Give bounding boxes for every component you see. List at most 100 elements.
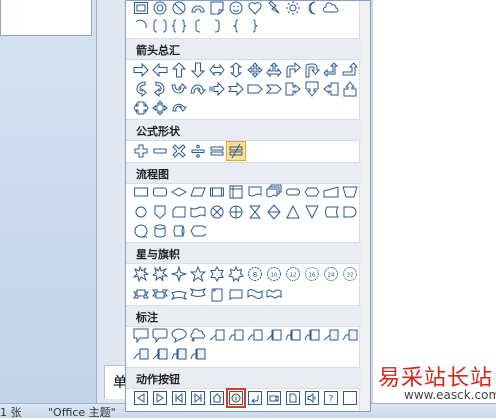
flowchart-sequential-storage-icon[interactable]: [132, 222, 150, 240]
cloud-callout-icon[interactable]: [189, 326, 207, 344]
wave-icon[interactable]: [246, 285, 264, 303]
bent-up-arrow-icon[interactable]: [341, 61, 359, 79]
explosion-2-icon[interactable]: [151, 265, 169, 283]
slide-canvas[interactable]: [373, 0, 496, 403]
star-6-point-icon[interactable]: [208, 265, 226, 283]
line-callout-1-icon[interactable]: [208, 326, 226, 344]
flowchart-process-icon[interactable]: [132, 183, 150, 201]
action-button-home-icon[interactable]: [208, 389, 226, 407]
right-bracket-shape-icon[interactable]: [208, 17, 226, 35]
moon-shape-icon[interactable]: [303, 0, 321, 17]
left-arrow-callout-icon[interactable]: [322, 80, 340, 98]
flowchart-off-page-connector-icon[interactable]: [151, 203, 169, 221]
left-brace-shape-icon[interactable]: [227, 17, 245, 35]
curved-left-arrow-icon[interactable]: [151, 80, 169, 98]
action-button-forward-icon[interactable]: [151, 389, 169, 407]
quad-arrow-icon[interactable]: [246, 61, 264, 79]
flowchart-predefined-process-icon[interactable]: [208, 183, 226, 201]
flowchart-data-icon[interactable]: [189, 183, 207, 201]
curved-down-arrow-icon[interactable]: [189, 80, 207, 98]
right-arrow-icon[interactable]: [132, 61, 150, 79]
pentagon-arrow-icon[interactable]: [246, 80, 264, 98]
star-4-point-icon[interactable]: [170, 265, 188, 283]
down-arrow-callout-icon[interactable]: [303, 80, 321, 98]
chevron-arrow-icon[interactable]: [265, 80, 283, 98]
rectangular-callout-icon[interactable]: [132, 326, 150, 344]
star-5-point-icon[interactable]: [189, 265, 207, 283]
left-bracket-shape-icon[interactable]: [189, 17, 207, 35]
bent-arrow-icon[interactable]: [284, 61, 302, 79]
double-brace-shape-icon[interactable]: [170, 17, 188, 35]
up-arrow-callout-icon[interactable]: [341, 80, 359, 98]
oval-callout-icon[interactable]: [170, 326, 188, 344]
heart-shape-icon[interactable]: [246, 0, 264, 17]
line-callout-accent-3-icon[interactable]: [303, 326, 321, 344]
lightning-bolt-shape-icon[interactable]: [265, 0, 283, 17]
star-24-point-icon[interactable]: 24: [322, 265, 340, 283]
up-down-arrow-icon[interactable]: [227, 61, 245, 79]
curved-down-ribbon-icon[interactable]: [189, 285, 207, 303]
rounded-rectangular-callout-icon[interactable]: [151, 326, 169, 344]
no-symbol-shape-icon[interactable]: [170, 0, 188, 17]
double-bracket-shape-icon[interactable]: [151, 17, 169, 35]
star-12-point-icon[interactable]: 12: [284, 265, 302, 283]
quad-arrow-callout-icon[interactable]: [151, 99, 169, 117]
bevel-shape-icon[interactable]: [132, 0, 150, 17]
flowchart-collate-icon[interactable]: [246, 203, 264, 221]
flowchart-manual-operation-icon[interactable]: [341, 183, 359, 201]
flowchart-extract-icon[interactable]: [284, 203, 302, 221]
up-ribbon-icon[interactable]: [132, 285, 150, 303]
notched-right-arrow-icon[interactable]: [227, 80, 245, 98]
horizontal-scroll-icon[interactable]: [227, 285, 245, 303]
left-right-up-arrow-icon[interactable]: [265, 61, 283, 79]
flowchart-alternate-process-icon[interactable]: [151, 183, 169, 201]
smiley-face-shape-icon[interactable]: [227, 0, 245, 17]
donut-shape-icon[interactable]: [151, 0, 169, 17]
vertical-scroll-icon[interactable]: [208, 285, 226, 303]
equal-shape-icon[interactable]: [208, 142, 226, 160]
plus-shape-icon[interactable]: [132, 142, 150, 160]
star-10-point-icon[interactable]: 10: [265, 265, 283, 283]
flowchart-card-icon[interactable]: [170, 203, 188, 221]
double-wave-icon[interactable]: [265, 285, 283, 303]
status-theme[interactable]: "Office 主题": [48, 404, 116, 420]
action-button-beginning-icon[interactable]: [170, 389, 188, 407]
star-8-point-icon[interactable]: 8: [246, 265, 264, 283]
curved-right-arrow-icon[interactable]: [132, 80, 150, 98]
flowchart-summing-junction-icon[interactable]: [208, 203, 226, 221]
left-arrow-icon[interactable]: [151, 61, 169, 79]
line-callout-2-icon[interactable]: [227, 326, 245, 344]
left-right-arrow-callout-icon[interactable]: [132, 99, 150, 117]
u-turn-arrow-icon[interactable]: [303, 61, 321, 79]
line-callout-3-icon[interactable]: [246, 326, 264, 344]
line-callout-border-accent-2-icon[interactable]: [170, 345, 188, 363]
cloud-shape-icon[interactable]: [322, 0, 340, 17]
curved-up-arrow-icon[interactable]: [170, 80, 188, 98]
sun-shape-icon[interactable]: [284, 0, 302, 17]
line-callout-border-3-icon[interactable]: [132, 345, 150, 363]
left-right-arrow-icon[interactable]: [208, 61, 226, 79]
multiply-shape-icon[interactable]: [170, 142, 188, 160]
flowchart-or-icon[interactable]: [227, 203, 245, 221]
flowchart-stored-data-icon[interactable]: [322, 203, 340, 221]
flowchart-display-icon[interactable]: [189, 222, 207, 240]
action-button-help-icon[interactable]: ?: [322, 389, 340, 407]
right-arrow-callout-icon[interactable]: [284, 80, 302, 98]
explosion-1-icon[interactable]: [132, 265, 150, 283]
left-up-arrow-icon[interactable]: [322, 61, 340, 79]
circular-arrow-icon[interactable]: [170, 99, 188, 117]
flowchart-connector-icon[interactable]: [132, 203, 150, 221]
line-callout-border-2-icon[interactable]: [341, 326, 359, 344]
action-button-return-icon[interactable]: [246, 389, 264, 407]
flowchart-direct-access-storage-icon[interactable]: [170, 222, 188, 240]
up-arrow-icon[interactable]: [170, 61, 188, 79]
line-callout-border-accent-3-icon[interactable]: [189, 345, 207, 363]
arc-shape-icon[interactable]: [132, 17, 150, 35]
action-button-end-icon[interactable]: [189, 389, 207, 407]
flowchart-merge-icon[interactable]: [303, 203, 321, 221]
down-ribbon-icon[interactable]: [151, 285, 169, 303]
action-button-movie-icon[interactable]: [265, 389, 283, 407]
flowchart-magnetic-disk-icon[interactable]: [151, 222, 169, 240]
action-button-information-icon[interactable]: [226, 388, 246, 408]
right-brace-shape-icon[interactable]: [246, 17, 264, 35]
